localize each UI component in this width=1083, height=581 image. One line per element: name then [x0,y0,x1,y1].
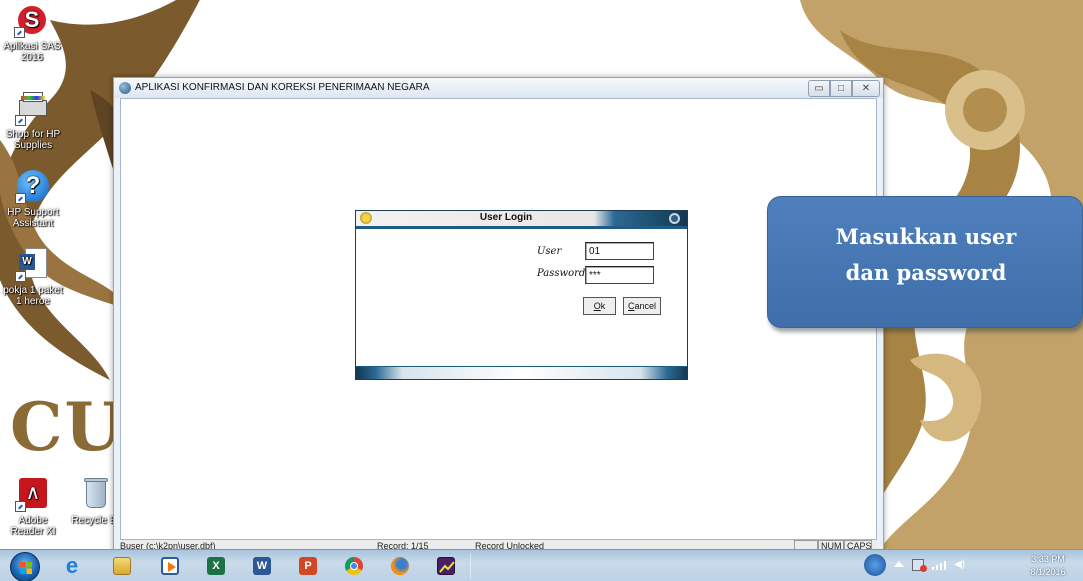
app-title: APLIKASI KONFIRMASI DAN KOREKSI PENERIMA… [135,82,430,93]
show-hidden-icons-icon[interactable] [894,561,904,567]
password-input[interactable] [585,266,654,284]
excel-icon: X [207,557,225,575]
minimize-button[interactable]: ▭ [808,80,830,97]
login-title: User Login [479,212,533,223]
taskbar-chrome[interactable] [334,552,374,580]
taskbar-internet-explorer[interactable]: e [52,552,92,580]
sas-app-icon: S [14,2,50,38]
powerpoint-icon: P [299,557,317,575]
ok-mnemonic: O [593,301,601,311]
printer-icon [15,90,51,126]
close-button[interactable]: ✕ [852,80,880,97]
start-button[interactable] [10,552,40,581]
desktop-icon-label: pokja 1 paket 1 heroe [3,285,63,307]
desktop-icon-label: Adobe Reader XI [10,515,56,537]
taskbar: e X W P ◀) 3:33 PM 8/1/2016 [0,549,1083,581]
password-label: Password [537,268,586,279]
desktop-icon-label: HP Support Assistant [7,207,59,229]
user-input[interactable] [585,242,654,260]
app-logo-icon [119,82,131,94]
callout-text: Masukkan user dan password [768,219,1083,291]
login-dialog: User Login User Password Ok Cancel [355,210,688,380]
desktop-icon-hp-supplies[interactable]: Shop for HP Supplies [2,90,64,151]
login-divider [356,226,687,229]
ok-button[interactable]: Ok [583,297,616,315]
recycle-bin-icon [77,476,113,512]
desktop-icon-word-doc[interactable]: W pokja 1 paket 1 heroe [2,246,64,307]
ok-label: k [600,301,606,311]
adobe-reader-icon: ∧ [15,476,51,512]
volume-icon[interactable]: ◀) [954,559,966,571]
file-explorer-icon [113,557,131,575]
word-icon: W [253,557,271,575]
taskbar-media-player[interactable] [150,552,190,580]
taskbar-firefox[interactable] [380,552,420,580]
login-bottom-bar [356,366,687,379]
firefox-icon [391,557,409,575]
media-player-icon [161,557,179,575]
clock-time: 3:33 PM [1031,554,1065,564]
word-document-icon: W [15,246,51,282]
taskbar-powerpoint[interactable]: P [288,552,328,580]
wallpaper-letters: CU [10,388,125,466]
windows-logo-icon [20,562,32,574]
chart-app-icon [437,557,455,575]
taskbar-word[interactable]: W [242,552,282,580]
desktop-icon-label: Aplikasi SAS 2016 [3,41,61,63]
signal-icon[interactable] [932,560,946,570]
notification-icon[interactable] [864,554,886,576]
clock-date: 8/1/2016 [1030,567,1066,577]
login-close-knob-icon[interactable] [669,213,680,224]
maximize-button[interactable]: □ [830,80,852,97]
login-titlebar[interactable]: User Login [356,211,687,226]
taskbar-chart-app[interactable] [426,552,466,580]
taskbar-file-explorer[interactable] [102,552,142,580]
callout-line-1: Masukkan user [835,224,1017,249]
internet-explorer-icon: e [65,553,79,578]
app-titlebar[interactable]: APLIKASI KONFIRMASI DAN KOREKSI PENERIMA… [114,78,883,98]
instruction-callout: Masukkan user dan password [767,196,1083,328]
taskbar-excel[interactable]: X [196,552,236,580]
chrome-icon [345,557,363,575]
cancel-label: ancel [634,301,656,311]
desktop-icon-sas[interactable]: S Aplikasi SAS 2016 [1,2,63,63]
desktop-icon-label: Shop for HP Supplies [5,129,61,151]
clock[interactable]: 3:33 PM 8/1/2016 [1018,553,1078,579]
desktop-icon-hp-support[interactable]: ? HP Support Assistant [2,168,64,229]
desktop-icon-adobe-reader[interactable]: ∧ Adobe Reader XI [2,476,64,537]
network-warning-icon [920,565,927,572]
help-icon: ? [15,168,51,204]
cancel-button[interactable]: Cancel [623,297,661,315]
taskbar-separator [470,553,471,579]
user-label: User [537,246,562,257]
callout-line-2: dan password [845,260,1007,285]
